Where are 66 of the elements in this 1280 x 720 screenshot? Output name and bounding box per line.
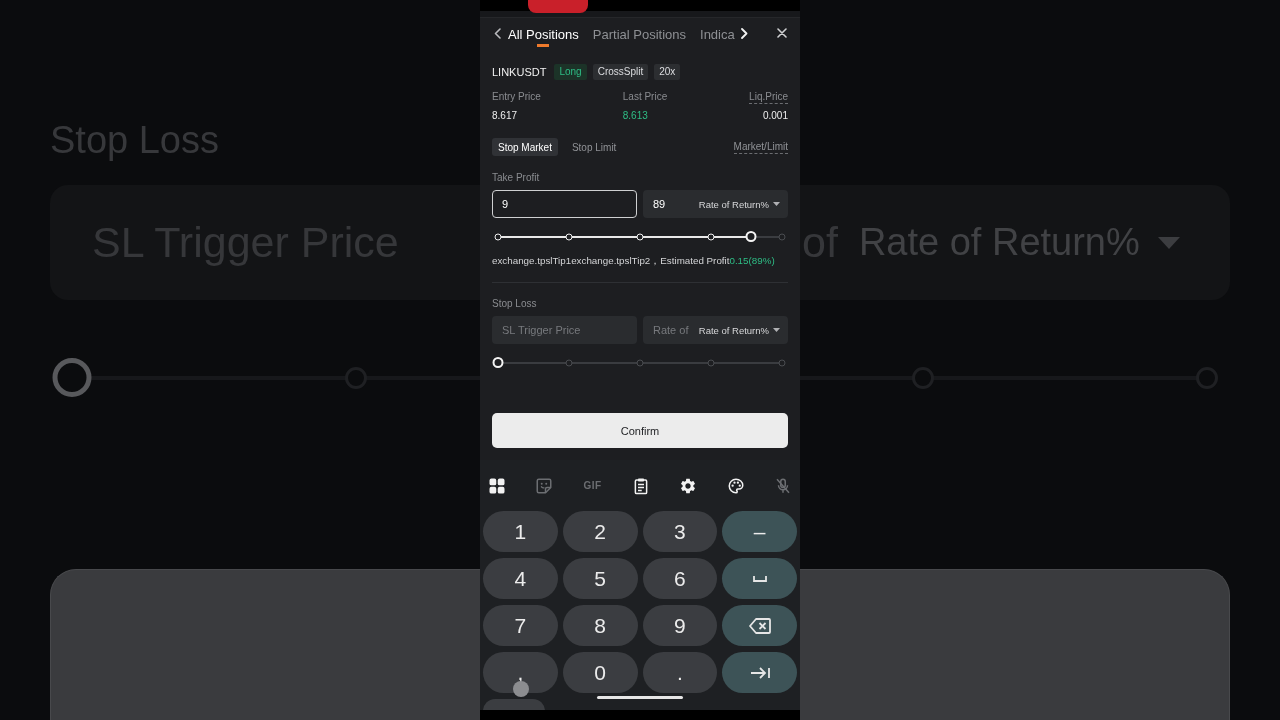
slider-step-icon[interactable]	[778, 359, 786, 366]
tab-arrow-icon	[749, 666, 770, 679]
estimated-profit-text: exchange.tpslTip1exchange.tpslTip2，Estimated Profit0.15(89%)	[492, 254, 776, 268]
keyboard-key[interactable]: 9	[642, 605, 718, 646]
section-label: Take Profit	[492, 171, 541, 185]
tab[interactable]: Partial Positions	[592, 19, 687, 47]
caret-icon	[1157, 236, 1180, 249]
slider-step-icon[interactable]	[636, 359, 644, 366]
slider-track[interactable]	[492, 231, 788, 242]
keyboard-key[interactable]: 5	[562, 558, 638, 599]
caret-icon	[773, 328, 780, 332]
order-type-tab[interactable]: Stop Limit	[565, 138, 623, 156]
keyboard-key[interactable]: .	[642, 652, 718, 693]
keyboard-key[interactable]: ,	[483, 652, 558, 693]
trigger-price-field[interactable]: 9	[492, 190, 637, 218]
rate-value: 89	[653, 198, 667, 210]
return-rate-field[interactable]: Rate of Rate of Return%	[643, 316, 788, 344]
position-tag: Long	[554, 64, 587, 80]
backspace-icon	[748, 617, 771, 634]
price-mode-link[interactable]: Market/Limit	[733, 140, 788, 154]
hint-label[interactable]: Liq.Price	[749, 90, 788, 104]
tab[interactable]: Indica	[700, 19, 735, 47]
caret-icon	[773, 202, 780, 206]
settings-icon[interactable]	[679, 477, 698, 495]
section-label: Stop Loss	[492, 297, 538, 311]
confirm-button[interactable]: Confirm	[492, 413, 788, 448]
keyboard-key[interactable]: 1	[483, 511, 558, 552]
stat-value: 8.617	[492, 109, 518, 123]
next-key[interactable]	[722, 652, 797, 693]
keyboard-key[interactable]: 7	[483, 605, 558, 646]
keyboard-key[interactable]: 6	[642, 558, 718, 599]
order-type-tab[interactable]: Stop Market	[492, 138, 558, 156]
keyboard-key[interactable]: –	[722, 511, 797, 552]
position-tag: CrossSplit	[592, 64, 649, 80]
keyboard-key[interactable]: 4	[483, 558, 558, 599]
slider-step-icon[interactable]	[707, 359, 715, 366]
slider-thumb[interactable]	[492, 357, 504, 368]
slider-step-icon[interactable]	[778, 233, 786, 240]
slider-step-icon[interactable]	[565, 359, 573, 366]
keyboard-key[interactable]: 3	[642, 511, 718, 552]
slider-thumb[interactable]	[745, 231, 757, 242]
trigger-price-field[interactable]: SL Trigger Price	[492, 316, 637, 344]
stat-value: 8.613	[622, 109, 648, 123]
unit-dropdown[interactable]: Rate of Return%	[698, 324, 780, 336]
chevron-left-icon[interactable]	[494, 27, 501, 39]
palette-icon[interactable]	[726, 477, 745, 495]
clipboard-icon[interactable]	[632, 477, 650, 495]
position-tag: 20x	[654, 64, 681, 80]
keyboard-key[interactable]: 0	[562, 652, 638, 693]
chevron-right-icon[interactable]	[740, 27, 748, 39]
unit-dropdown[interactable]: Rate of Return%	[698, 198, 780, 210]
grid-icon[interactable]	[488, 477, 506, 495]
touch-point-icon	[513, 681, 529, 697]
backspace-key[interactable]	[722, 605, 797, 646]
keyboard-key[interactable]: 8	[562, 605, 638, 646]
keyboard-key[interactable]: 2	[562, 511, 638, 552]
close-icon[interactable]	[777, 28, 787, 38]
stat-label: Last Price	[622, 90, 668, 104]
status-pill-icon	[528, 0, 588, 13]
slider-track[interactable]	[492, 357, 788, 368]
symbol-label: LINKUSDT	[492, 66, 547, 78]
return-rate-field[interactable]: 89 Rate of Return%	[643, 190, 788, 218]
stat-label: Entry Price	[492, 90, 541, 104]
placeholder-text: Rate of	[653, 324, 690, 336]
space-icon	[752, 574, 767, 583]
stat-value: 0.001	[762, 109, 788, 123]
